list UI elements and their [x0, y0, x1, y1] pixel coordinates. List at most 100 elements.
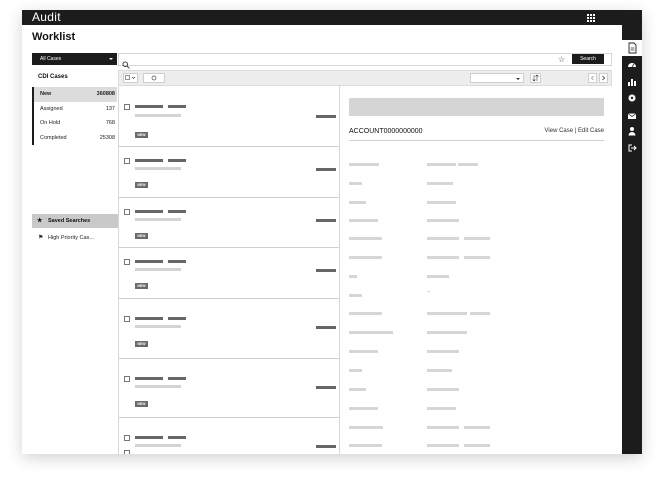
- account-number: ACCOUNT0000000000: [349, 128, 423, 135]
- field-label: [349, 275, 357, 278]
- field-value: [427, 256, 459, 259]
- worklist-results: NEW NEW NEW NEW NEW NEW: [118, 86, 340, 454]
- view-case-link[interactable]: View Case: [545, 128, 574, 134]
- sort-field-select[interactable]: [470, 73, 524, 83]
- field-value: [427, 444, 459, 447]
- list-item[interactable]: NEW: [119, 248, 339, 299]
- settings-icon[interactable]: [627, 93, 637, 103]
- saved-searches-header[interactable]: ★ Saved Searches: [32, 214, 118, 228]
- list-item[interactable]: NEW: [119, 299, 339, 359]
- cdi-item-label: Completed: [40, 134, 67, 141]
- field-label: [349, 312, 382, 315]
- row-title: [168, 105, 186, 108]
- refresh-button[interactable]: [143, 73, 165, 83]
- list-item[interactable]: NEW: [119, 198, 339, 248]
- new-badge: NEW: [135, 401, 148, 407]
- row-checkbox[interactable]: [124, 259, 130, 265]
- list-item[interactable]: NEW: [119, 359, 339, 418]
- select-all-checkbox[interactable]: [123, 73, 138, 83]
- cdi-item-count: 137: [105, 105, 115, 112]
- prev-page-button[interactable]: [588, 73, 597, 83]
- row-title: [135, 260, 163, 263]
- list-item[interactable]: NEW: [119, 86, 339, 147]
- edit-case-link[interactable]: Edit Case: [578, 128, 604, 134]
- row-checkbox[interactable]: [124, 450, 130, 454]
- bar-chart-icon[interactable]: [627, 77, 637, 87]
- row-checkbox[interactable]: [124, 158, 130, 164]
- row-meta: [316, 168, 336, 171]
- field-value: [427, 312, 467, 315]
- row-checkbox[interactable]: [124, 104, 130, 110]
- field-value: [464, 256, 490, 259]
- new-badge: NEW: [135, 182, 148, 188]
- row-meta: [316, 269, 336, 272]
- mail-icon[interactable]: [627, 111, 637, 121]
- case-detail-panel: ACCOUNT0000000000 View Case | Edit Case …: [341, 86, 612, 454]
- search-button[interactable]: Search: [572, 54, 604, 64]
- field-value: [427, 369, 452, 372]
- field-value: [427, 237, 459, 240]
- field-label: [349, 444, 382, 447]
- list-item[interactable]: [119, 418, 339, 454]
- field-value: [427, 219, 459, 222]
- detail-banner: [349, 98, 604, 116]
- row-title: [135, 317, 163, 320]
- case-filter-select[interactable]: All Cases: [32, 53, 117, 65]
- new-badge: NEW: [135, 132, 148, 138]
- cdi-item-label: On Hold: [40, 120, 61, 126]
- search-input[interactable]: ☆: [118, 53, 612, 69]
- cdi-case-list: New 360808 Assigned 137 On Hold 768 Comp…: [32, 87, 117, 145]
- row-meta: [316, 219, 336, 222]
- cdi-item-assigned[interactable]: Assigned 137: [32, 101, 117, 116]
- row-title: [135, 159, 163, 162]
- field-value: [464, 444, 490, 447]
- divider: [349, 140, 604, 141]
- row-subtitle: [135, 167, 181, 170]
- row-title: [135, 210, 163, 213]
- row-checkbox[interactable]: [124, 376, 130, 382]
- row-checkbox[interactable]: [124, 316, 130, 322]
- favorite-star-icon[interactable]: ☆: [558, 54, 565, 65]
- list-item[interactable]: NEW: [119, 147, 339, 198]
- field-label: [349, 426, 383, 429]
- saved-search-label: High Priority Cas...: [48, 235, 94, 241]
- field-label: [349, 294, 362, 297]
- field-value: [464, 237, 490, 240]
- field-value: [427, 182, 453, 185]
- cdi-item-count: 360808: [96, 91, 115, 97]
- field-value: [427, 407, 456, 410]
- cdi-item-label: New: [40, 91, 52, 97]
- app-title: Audit: [32, 10, 61, 24]
- cdi-item-on-hold[interactable]: On Hold 768: [32, 116, 117, 131]
- field-label: [349, 331, 393, 334]
- field-label: [349, 350, 378, 353]
- row-checkbox[interactable]: [124, 435, 130, 441]
- case-filter-value: All Cases: [40, 56, 62, 62]
- sort-icon[interactable]: [530, 73, 541, 83]
- row-checkbox[interactable]: [124, 209, 130, 215]
- dashboard-icon[interactable]: [627, 60, 637, 70]
- saved-search-item[interactable]: ⚑ High Priority Cas...: [32, 232, 118, 244]
- row-title: [168, 377, 186, 380]
- user-icon[interactable]: [627, 126, 637, 136]
- app-grid-icon[interactable]: [587, 14, 595, 22]
- row-title: [168, 159, 186, 162]
- field-value: [427, 426, 459, 429]
- row-subtitle: [135, 268, 181, 271]
- logout-icon[interactable]: [627, 143, 637, 153]
- document-icon[interactable]: [622, 40, 642, 56]
- row-title: [168, 317, 186, 320]
- cdi-item-new[interactable]: New 360808: [32, 87, 117, 102]
- new-badge: NEW: [135, 233, 148, 239]
- next-page-button[interactable]: [599, 73, 608, 83]
- row-subtitle: [135, 325, 181, 328]
- cdi-item-completed[interactable]: Completed 25308: [32, 130, 117, 145]
- cdi-item-count: 25308: [99, 134, 115, 141]
- row-subtitle: [135, 385, 181, 388]
- field-label: [349, 237, 382, 240]
- list-toolbar: [118, 70, 612, 86]
- field-label: [349, 256, 382, 259]
- field-value: [427, 331, 467, 334]
- field-value: [458, 163, 478, 166]
- field-value: --: [427, 289, 431, 295]
